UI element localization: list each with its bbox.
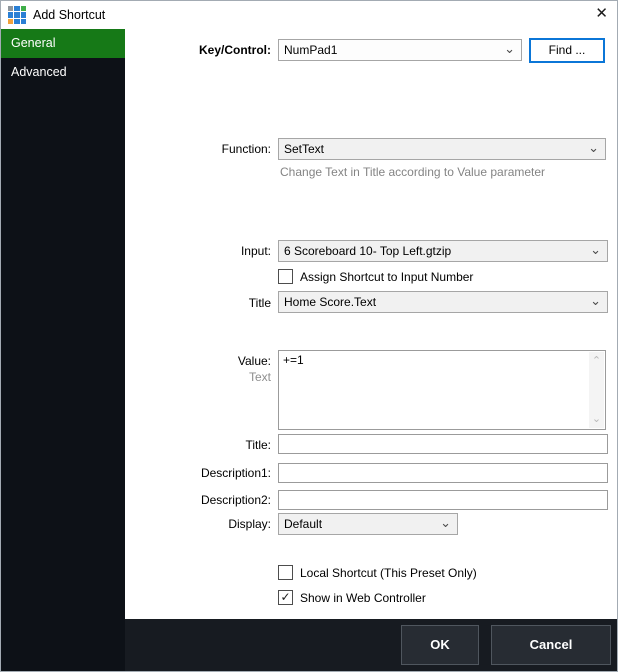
input-label: Input: xyxy=(123,244,271,258)
key-control-select[interactable]: NumPad1 ⌄ xyxy=(278,39,522,61)
chevron-down-icon: ⌄ xyxy=(440,513,451,533)
input-select[interactable]: 6 Scoreboard 10- Top Left.gtzip ⌄ xyxy=(278,240,608,262)
find-button[interactable]: Find ... xyxy=(529,38,605,63)
key-control-label: Key/Control: xyxy=(123,43,271,57)
value-field: +=1 ⌃ ⌄ xyxy=(278,350,606,430)
function-select[interactable]: SetText ⌄ xyxy=(278,138,606,160)
description2-input[interactable] xyxy=(278,490,608,510)
chevron-down-icon: ⌄ xyxy=(590,240,601,260)
title-input[interactable] xyxy=(278,434,608,454)
web-controller-checkbox[interactable]: ✓ xyxy=(278,590,293,605)
description1-input[interactable] xyxy=(278,463,608,483)
function-hint: Change Text in Title according to Value … xyxy=(280,165,545,179)
display-value: Default xyxy=(284,514,322,534)
title-select-label: Title xyxy=(123,296,271,310)
sidebar: General Advanced xyxy=(1,29,125,671)
title-input-label: Title: xyxy=(123,438,271,452)
tab-advanced[interactable]: Advanced xyxy=(1,58,125,87)
chevron-down-icon: ⌄ xyxy=(590,291,601,311)
web-controller-label: Show in Web Controller xyxy=(300,591,426,605)
display-select[interactable]: Default ⌄ xyxy=(278,513,458,535)
assign-input-number-checkbox[interactable] xyxy=(278,269,293,284)
scroll-down-icon[interactable]: ⌄ xyxy=(589,413,604,425)
key-control-value: NumPad1 xyxy=(284,40,337,60)
value-text-sublabel: Text xyxy=(123,370,271,384)
window-title: Add Shortcut xyxy=(33,8,105,22)
chevron-down-icon: ⌄ xyxy=(588,138,599,158)
scroll-up-icon[interactable]: ⌃ xyxy=(589,355,604,367)
title-select-value: Home Score.Text xyxy=(284,292,376,312)
cancel-button[interactable]: Cancel xyxy=(491,625,611,665)
app-icon xyxy=(8,6,26,24)
description1-label: Description1: xyxy=(123,466,271,480)
chevron-down-icon: ⌄ xyxy=(504,39,515,59)
checkbox-mark: ✓ xyxy=(279,591,292,603)
title-select[interactable]: Home Score.Text ⌄ xyxy=(278,291,608,313)
display-label: Display: xyxy=(123,517,271,531)
description2-label: Description2: xyxy=(123,493,271,507)
add-shortcut-dialog: Add Shortcut ✕ General Advanced Key/Cont… xyxy=(0,0,618,672)
function-label: Function: xyxy=(123,142,271,156)
input-value: 6 Scoreboard 10- Top Left.gtzip xyxy=(284,241,451,261)
assign-input-number-label: Assign Shortcut to Input Number xyxy=(300,270,473,284)
local-shortcut-label: Local Shortcut (This Preset Only) xyxy=(300,566,477,580)
function-value: SetText xyxy=(284,139,324,159)
local-shortcut-checkbox[interactable] xyxy=(278,565,293,580)
ok-button[interactable]: OK xyxy=(401,625,479,665)
value-label: Value: xyxy=(123,354,271,368)
tab-general[interactable]: General xyxy=(1,29,125,58)
title-bar: Add Shortcut ✕ xyxy=(1,1,617,29)
scrollbar[interactable]: ⌃ ⌄ xyxy=(589,352,604,428)
value-textarea[interactable]: +=1 xyxy=(279,351,588,429)
close-icon[interactable]: ✕ xyxy=(595,5,608,23)
